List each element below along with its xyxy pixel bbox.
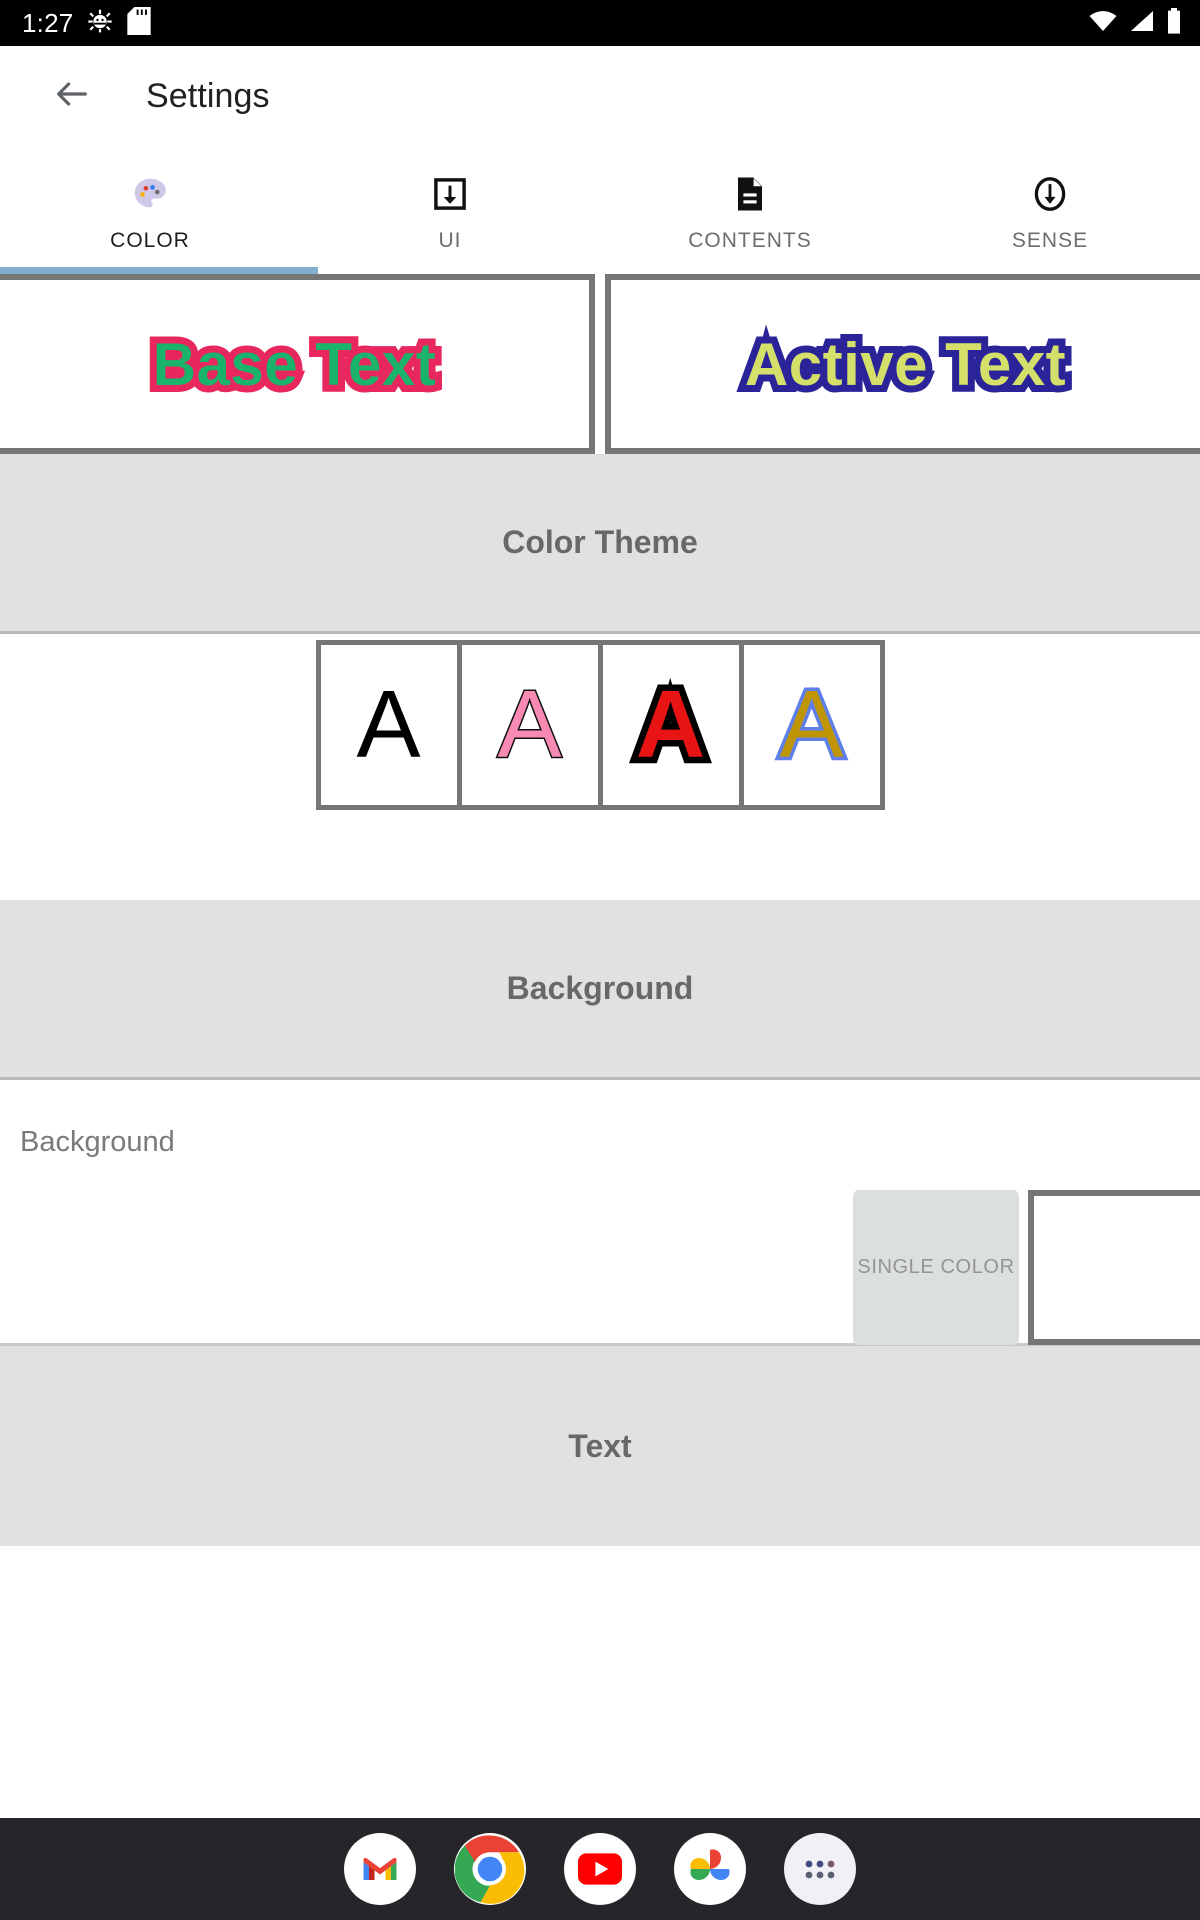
youtube-icon[interactable] xyxy=(564,1833,636,1905)
chrome-icon[interactable] xyxy=(454,1833,526,1905)
status-bar-left: 1:27 xyxy=(22,6,152,40)
tab-bar: COLOR UI CONTENTS SENSE xyxy=(0,146,1200,274)
tab-active-indicator xyxy=(0,267,318,274)
status-bar-right xyxy=(1088,7,1182,39)
status-bar: 1:27 xyxy=(0,0,1200,46)
theme-swatch-0[interactable]: A xyxy=(320,645,457,805)
base-text-preview-label: Base Text xyxy=(146,324,443,405)
theme-swatch-glyph: A xyxy=(629,670,711,779)
app-bar: Settings xyxy=(0,46,1200,146)
theme-swatch-glyph: A xyxy=(356,671,421,778)
wifi-icon xyxy=(1088,9,1118,38)
tab-sense[interactable]: SENSE xyxy=(900,146,1200,274)
status-clock: 1:27 xyxy=(22,8,74,38)
preview-row: Base Text Active Text xyxy=(0,274,1200,454)
document-icon xyxy=(733,175,767,213)
app-drawer-icon[interactable] xyxy=(784,1833,856,1905)
theme-swatch-2[interactable]: A xyxy=(602,645,739,805)
gmail-icon[interactable] xyxy=(344,1833,416,1905)
app-dock xyxy=(0,1818,1200,1920)
sd-card-icon xyxy=(127,6,152,40)
tab-ui[interactable]: UI xyxy=(300,146,600,274)
tab-color[interactable]: COLOR xyxy=(0,146,300,274)
battery-icon xyxy=(1166,7,1182,39)
base-text-preview-card[interactable]: Base Text xyxy=(0,274,595,454)
active-text-preview-label: Active Text xyxy=(738,324,1073,405)
color-theme-swatch-strip: A A A A xyxy=(315,640,885,810)
active-text-preview-card[interactable]: Active Text xyxy=(605,274,1200,454)
section-header-text: Text xyxy=(0,1346,1200,1546)
page-title: Settings xyxy=(146,76,270,115)
google-photos-icon[interactable] xyxy=(674,1833,746,1905)
section-header-color-theme: Color Theme xyxy=(0,454,1200,634)
content-spacer xyxy=(0,1546,1200,1818)
circle-down-arrow-icon xyxy=(1031,175,1069,213)
back-button[interactable] xyxy=(44,68,100,124)
single-color-button[interactable]: SINGLE COLOR xyxy=(853,1190,1019,1345)
section-header-background: Background xyxy=(0,900,1200,1080)
background-pref-label: Background xyxy=(20,1126,175,1158)
background-pref-row[interactable]: Background SINGLE COLOR xyxy=(0,1080,1200,1346)
download-box-icon xyxy=(432,175,468,213)
bug-gear-icon xyxy=(87,8,113,39)
section-title-text: Text xyxy=(568,1427,632,1464)
theme-swatch-1[interactable]: A xyxy=(461,645,598,805)
tab-label-sense: SENSE xyxy=(1011,229,1089,252)
phone-screen: 1:27 Settings COLOR UI CONTENTS SENSE Ba… xyxy=(0,0,1200,1920)
tab-label-color: COLOR xyxy=(110,229,190,252)
palette-icon xyxy=(131,175,169,213)
theme-swatch-3[interactable]: A xyxy=(743,645,880,805)
tab-label-contents: CONTENTS xyxy=(688,229,812,252)
theme-swatch-glyph: A xyxy=(496,671,563,778)
tab-contents[interactable]: CONTENTS xyxy=(600,146,900,274)
section-title-color-theme: Color Theme xyxy=(502,524,698,560)
section-title-background: Background xyxy=(506,970,694,1006)
theme-swatch-glyph: A xyxy=(776,671,847,778)
tab-label-ui: UI xyxy=(438,229,462,252)
background-color-swatch[interactable] xyxy=(1028,1190,1200,1345)
back-arrow-icon xyxy=(52,74,92,119)
background-pref-controls: SINGLE COLOR xyxy=(853,1190,1200,1345)
cell-signal-icon xyxy=(1129,9,1155,38)
color-theme-panel: A A A A xyxy=(0,634,1200,900)
